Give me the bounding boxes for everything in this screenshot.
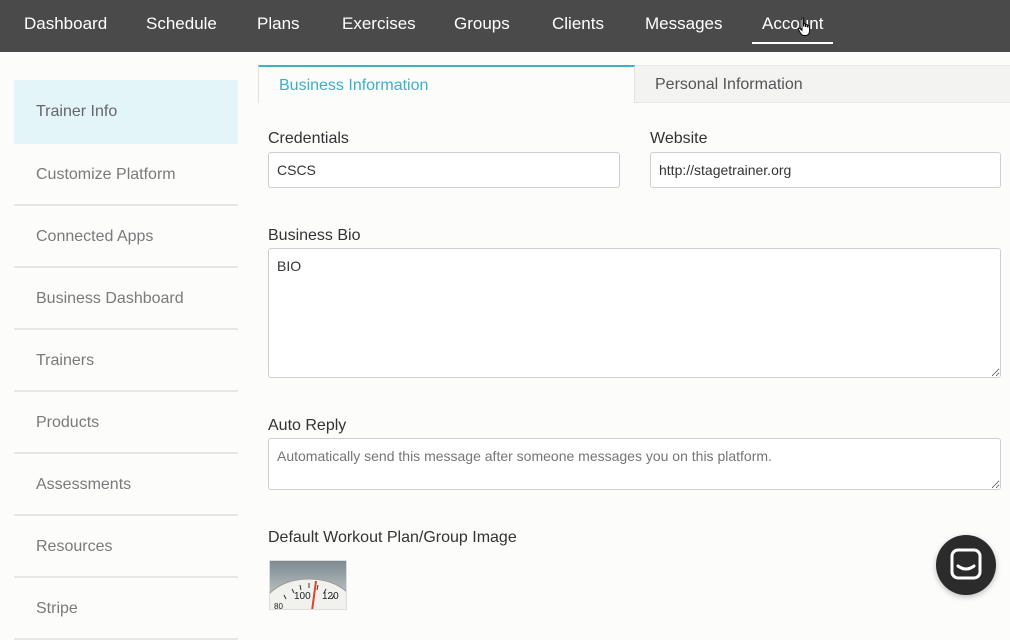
default-image-thumbnail[interactable]: 100 120 80	[269, 560, 347, 610]
sidebar-item-resources[interactable]: Resources	[14, 516, 238, 578]
business-bio-label: Business Bio	[268, 227, 361, 244]
nav-groups[interactable]: Groups	[454, 0, 510, 52]
business-bio-textarea[interactable]: BIO	[268, 248, 1001, 378]
sidebar-item-products[interactable]: Products	[14, 392, 238, 454]
chat-bubble-icon	[950, 548, 982, 580]
credentials-input[interactable]	[268, 152, 620, 188]
scale-number-80: 80	[274, 602, 283, 610]
tab-personal-information[interactable]: Personal Information	[635, 65, 1010, 103]
sidebar: Trainer Info Customize Platform Connecte…	[14, 80, 238, 640]
hand-cursor-icon	[797, 17, 810, 36]
nav-account[interactable]: Account	[751, 0, 834, 52]
nav-exercises[interactable]: Exercises	[342, 0, 416, 52]
default-image-label: Default Workout Plan/Group Image	[268, 529, 517, 546]
nav-clients[interactable]: Clients	[552, 0, 604, 52]
credentials-label: Credentials	[268, 130, 349, 147]
auto-reply-textarea[interactable]	[268, 438, 1001, 490]
sidebar-item-trainers[interactable]: Trainers	[14, 330, 238, 392]
chat-launcher-button[interactable]	[936, 535, 996, 595]
scale-number-100: 100	[294, 591, 311, 602]
scale-number-120: 120	[322, 591, 339, 602]
sidebar-item-business-dashboard[interactable]: Business Dashboard	[14, 268, 238, 330]
sidebar-item-customize-platform[interactable]: Customize Platform	[14, 144, 238, 206]
auto-reply-label: Auto Reply	[268, 417, 347, 434]
nav-plans[interactable]: Plans	[257, 0, 300, 52]
tab-business-information[interactable]: Business Information	[258, 65, 635, 103]
top-navigation: Dashboard Schedule Plans Exercises Group…	[0, 0, 1010, 52]
nav-dashboard[interactable]: Dashboard	[24, 0, 107, 52]
nav-schedule[interactable]: Schedule	[146, 0, 217, 52]
sidebar-item-stripe[interactable]: Stripe	[14, 578, 238, 640]
website-input[interactable]	[650, 152, 1001, 188]
sidebar-item-assessments[interactable]: Assessments	[14, 454, 238, 516]
sidebar-item-trainer-info[interactable]: Trainer Info	[14, 80, 238, 144]
website-label: Website	[650, 130, 708, 147]
sidebar-item-connected-apps[interactable]: Connected Apps	[14, 206, 238, 268]
nav-messages[interactable]: Messages	[645, 0, 722, 52]
